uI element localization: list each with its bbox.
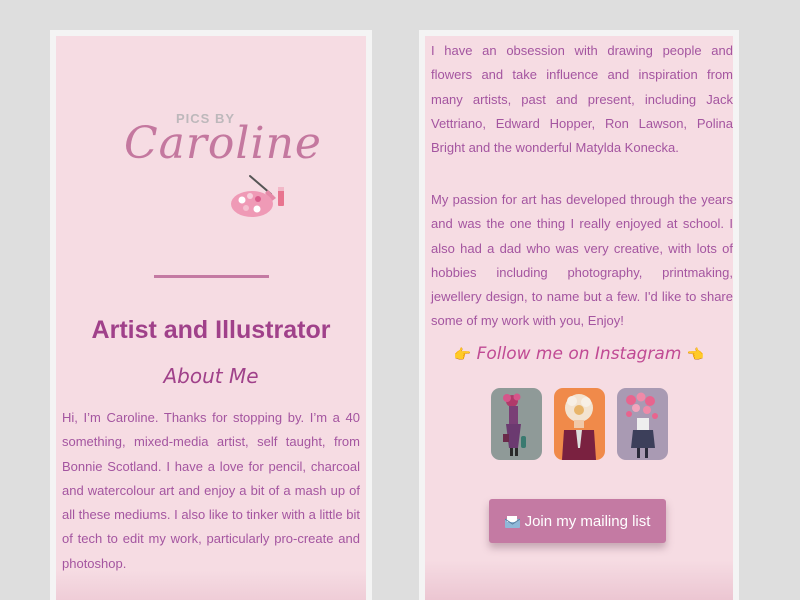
mailbox-icon bbox=[504, 515, 520, 528]
logo-script-text: Caroline bbox=[124, 118, 322, 169]
left-screen-frame: PICS BY Caroline Artist and Illustrator … bbox=[50, 30, 372, 600]
header-divider bbox=[154, 275, 269, 278]
bottom-fade bbox=[56, 570, 366, 600]
mailing-list-label: Join my mailing list bbox=[524, 512, 651, 530]
passion-paragraph: My passion for art has developed through… bbox=[431, 192, 733, 329]
paint-palette-icon bbox=[231, 175, 284, 217]
about-me-heading: About Me bbox=[163, 364, 259, 388]
instagram-thumb-3[interactable] bbox=[617, 388, 668, 460]
instagram-thumb-2[interactable] bbox=[554, 388, 605, 460]
instagram-heading-text: Follow me on Instagram bbox=[476, 344, 682, 364]
bottom-fade bbox=[425, 560, 733, 600]
left-page: PICS BY Caroline Artist and Illustrator … bbox=[56, 36, 366, 600]
site-logo[interactable]: PICS BY Caroline bbox=[116, 100, 321, 217]
influences-paragraph: I have an obsession with drawing people … bbox=[431, 43, 733, 156]
right-page: I have an obsession with drawing people … bbox=[425, 36, 733, 600]
instagram-thumbnails bbox=[491, 388, 668, 460]
right-screen-frame: I have an obsession with drawing people … bbox=[419, 30, 739, 600]
pointing-right-hand-icon: 👉 bbox=[453, 347, 472, 363]
bio-paragraph: Hi, I’m Caroline. Thanks for stopping by… bbox=[62, 410, 360, 571]
instagram-thumb-1[interactable] bbox=[491, 388, 542, 460]
instagram-heading: 👉 Follow me on Instagram 👈 bbox=[425, 344, 733, 364]
page-title: Artist and Illustrator bbox=[91, 316, 331, 344]
join-mailing-list-button[interactable]: Join my mailing list bbox=[489, 499, 666, 543]
pointing-left-hand-icon: 👈 bbox=[686, 347, 705, 363]
